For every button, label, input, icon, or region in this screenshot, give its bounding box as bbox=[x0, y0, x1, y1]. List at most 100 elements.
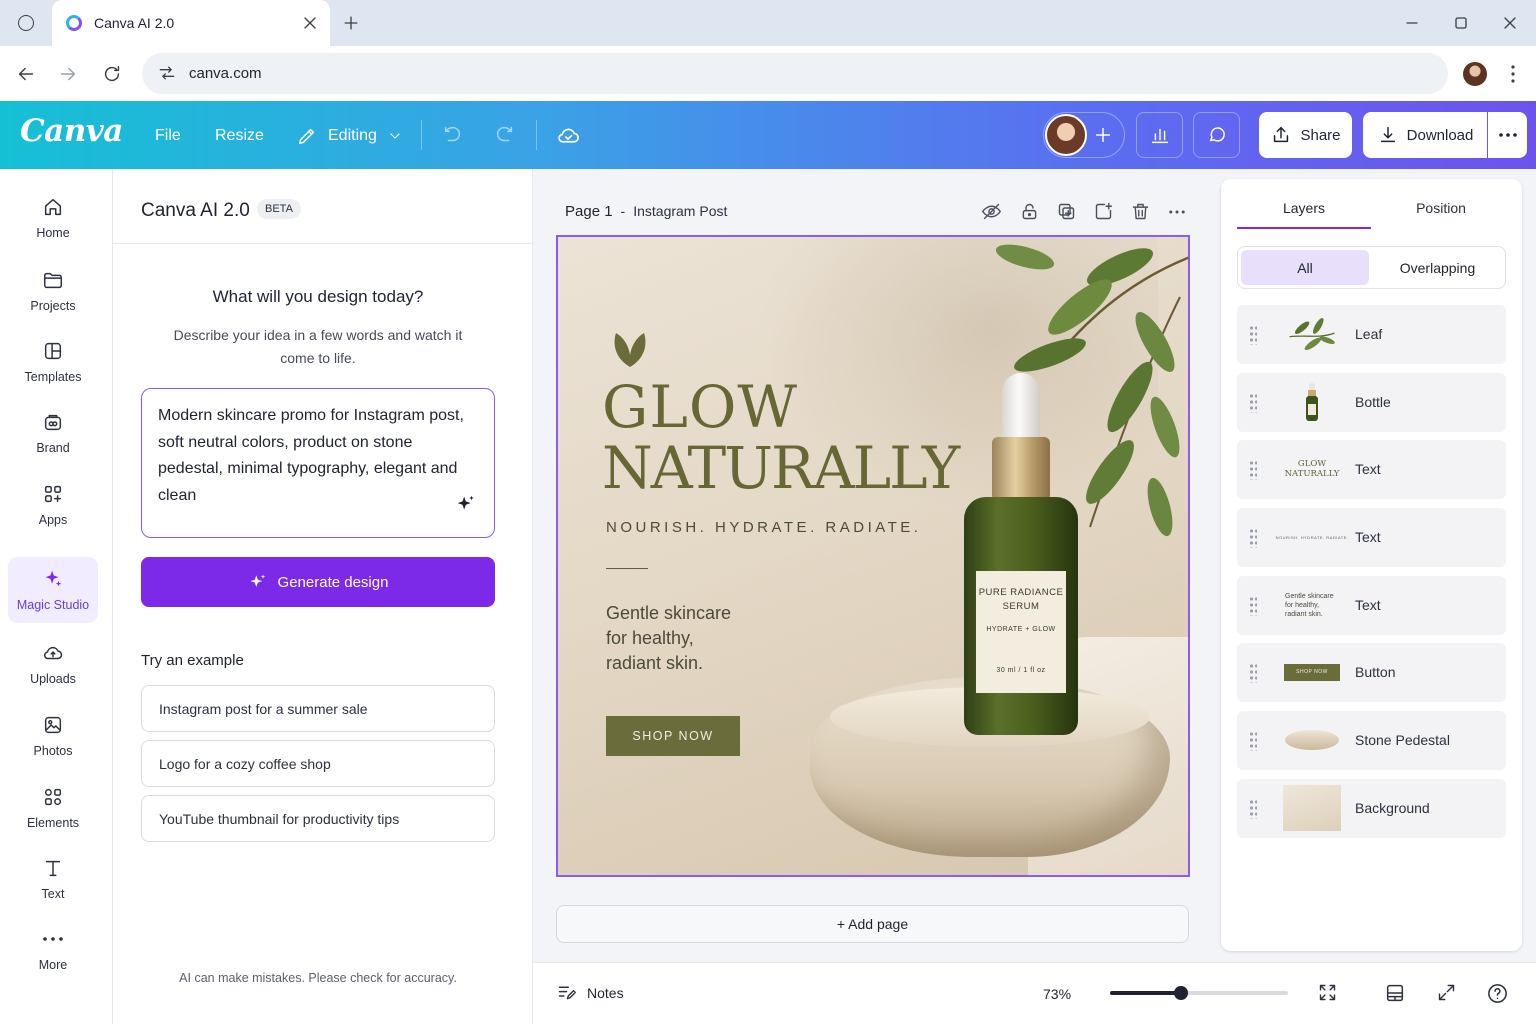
rail-brand[interactable]: Brand bbox=[8, 400, 98, 466]
magic-sparkle-icon[interactable] bbox=[455, 493, 477, 515]
browser-menu-icon[interactable] bbox=[1511, 65, 1515, 83]
site-settings-icon[interactable] bbox=[157, 63, 177, 83]
url-bar[interactable]: canva.com bbox=[142, 53, 1448, 94]
close-window-icon[interactable] bbox=[1500, 13, 1520, 33]
generate-design-button[interactable]: Generate design bbox=[141, 557, 495, 607]
rail-templates[interactable]: Templates bbox=[8, 329, 98, 395]
page-more-icon[interactable] bbox=[1169, 210, 1185, 214]
maximize-icon[interactable] bbox=[1451, 13, 1471, 33]
body-line-3: radiant skin. bbox=[606, 653, 704, 673]
add-page-icon[interactable] bbox=[1093, 201, 1114, 222]
file-menu[interactable]: File bbox=[155, 127, 181, 145]
tab-position[interactable]: Position bbox=[1374, 200, 1508, 216]
body-text[interactable]: Gentle skincare for healthy, radiant ski… bbox=[606, 601, 731, 676]
rail-text[interactable]: Text bbox=[8, 846, 98, 912]
layer-row-button[interactable]: SHOP NOW Button bbox=[1237, 643, 1506, 702]
rail-uploads[interactable]: Uploads bbox=[8, 631, 98, 697]
fullscreen-icon[interactable] bbox=[1436, 982, 1457, 1003]
comments-button[interactable] bbox=[1193, 112, 1240, 158]
rail-projects[interactable]: Projects bbox=[8, 258, 98, 324]
tagline[interactable]: NOURISH. HYDRATE. RADIATE. bbox=[606, 519, 921, 536]
undo-icon[interactable] bbox=[441, 124, 463, 146]
rail-magic-studio[interactable]: Magic Studio bbox=[8, 557, 98, 623]
rail-more[interactable]: More bbox=[8, 917, 98, 983]
zoom-slider[interactable] bbox=[1110, 986, 1288, 1000]
browser-profile-avatar[interactable] bbox=[1463, 62, 1487, 86]
drag-handle-icon[interactable] bbox=[1249, 731, 1257, 751]
redo-icon[interactable] bbox=[494, 124, 516, 146]
insights-button[interactable] bbox=[1136, 112, 1183, 158]
filter-overlapping[interactable]: Overlapping bbox=[1373, 250, 1502, 285]
duplicate-page-icon[interactable] bbox=[1056, 201, 1077, 222]
more-icon bbox=[43, 937, 63, 941]
cloud-saved-icon[interactable] bbox=[556, 123, 581, 148]
reload-icon[interactable] bbox=[101, 63, 123, 85]
layer-row-tagline-text[interactable]: NOURISH. HYDRATE. RADIATE. Text bbox=[1237, 508, 1506, 567]
user-avatar[interactable] bbox=[1045, 114, 1087, 156]
prompt-input[interactable]: Modern skincare promo for Instagram post… bbox=[141, 388, 495, 538]
add-page-button[interactable]: + Add page bbox=[556, 905, 1189, 943]
drag-handle-icon[interactable] bbox=[1249, 325, 1257, 345]
zoom-level[interactable]: 73% bbox=[1043, 986, 1071, 1002]
zoom-slider-fill bbox=[1110, 991, 1182, 995]
example-coffee-logo[interactable]: Logo for a cozy coffee shop bbox=[141, 740, 495, 787]
hide-page-icon[interactable] bbox=[981, 201, 1002, 222]
headline-line-1[interactable]: GLOW bbox=[602, 377, 798, 437]
cloud-upload-icon bbox=[44, 646, 63, 660]
rail-label: Apps bbox=[38, 513, 68, 527]
example-summer-sale[interactable]: Instagram post for a summer sale bbox=[141, 685, 495, 732]
rail-label: Magic Studio bbox=[16, 598, 90, 612]
lock-icon[interactable] bbox=[1019, 201, 1040, 222]
rail-apps[interactable]: Apps bbox=[8, 472, 98, 538]
minimize-icon[interactable] bbox=[1402, 13, 1422, 33]
brand-icon bbox=[44, 414, 62, 431]
layer-row-headline-text[interactable]: GLOW NATURALLY Text bbox=[1237, 440, 1506, 499]
canva-logo[interactable]: Canva bbox=[20, 113, 123, 149]
drag-handle-icon[interactable] bbox=[1249, 596, 1257, 616]
page-label[interactable]: Page 1 bbox=[565, 203, 613, 220]
help-icon[interactable] bbox=[1486, 982, 1509, 1005]
rail-label: Projects bbox=[30, 299, 76, 313]
download-button[interactable]: Download bbox=[1363, 112, 1487, 158]
notes-button[interactable]: Notes bbox=[556, 982, 624, 1003]
drag-handle-icon[interactable] bbox=[1249, 663, 1257, 683]
back-icon[interactable] bbox=[15, 63, 37, 85]
tab-search-icon[interactable] bbox=[18, 15, 34, 31]
rail-photos[interactable]: Photos bbox=[8, 703, 98, 769]
editing-mode-dropdown[interactable]: Editing bbox=[296, 122, 403, 150]
drag-handle-icon[interactable] bbox=[1249, 393, 1257, 413]
layer-thumb-pedestal bbox=[1283, 717, 1341, 763]
tab-close-icon[interactable] bbox=[300, 13, 320, 33]
layer-row-bottle[interactable]: Bottle bbox=[1237, 373, 1506, 432]
rail-label: Photos bbox=[33, 744, 73, 758]
rail-home[interactable]: Home bbox=[8, 185, 98, 251]
layer-name: Text bbox=[1355, 461, 1381, 477]
share-button[interactable]: Share bbox=[1259, 112, 1352, 158]
page-type[interactable]: Instagram Post bbox=[633, 203, 727, 219]
rail-elements[interactable]: Elements bbox=[8, 775, 98, 841]
trash-icon[interactable] bbox=[1130, 201, 1151, 222]
drag-handle-icon[interactable] bbox=[1249, 528, 1257, 548]
layer-row-stone-pedestal[interactable]: Stone Pedestal bbox=[1237, 711, 1506, 770]
forward-icon[interactable] bbox=[57, 63, 79, 85]
headline-line-2[interactable]: NATURALLY bbox=[602, 438, 960, 498]
shop-now-button[interactable]: SHOP NOW bbox=[606, 716, 740, 756]
layer-row-body-text[interactable]: Gentle skincare for healthy, radiant ski… bbox=[1237, 576, 1506, 635]
page-header: Page 1 - Instagram Post bbox=[565, 203, 727, 220]
new-tab-icon[interactable] bbox=[341, 13, 361, 33]
example-youtube-thumbnail[interactable]: YouTube thumbnail for productivity tips bbox=[141, 795, 495, 842]
rail-label: More bbox=[38, 958, 68, 972]
filter-all[interactable]: All bbox=[1241, 250, 1369, 285]
grid-view-icon[interactable] bbox=[1384, 982, 1406, 1004]
invite-plus-icon[interactable] bbox=[1092, 124, 1114, 146]
fit-to-screen-icon[interactable] bbox=[1317, 982, 1338, 1003]
resize-menu[interactable]: Resize bbox=[215, 127, 264, 145]
layer-row-leaf[interactable]: Leaf bbox=[1237, 305, 1506, 364]
design-page[interactable]: PURE RADIANCE SERUM HYDRATE + GLOW 30 ml… bbox=[556, 235, 1190, 877]
drag-handle-icon[interactable] bbox=[1249, 799, 1257, 819]
layer-row-background[interactable]: Background bbox=[1237, 779, 1506, 838]
tab-layers[interactable]: Layers bbox=[1237, 200, 1371, 216]
more-options-button[interactable] bbox=[1488, 112, 1527, 158]
drag-handle-icon[interactable] bbox=[1249, 460, 1257, 480]
browser-tab[interactable]: Canva AI 2.0 bbox=[52, 0, 330, 46]
